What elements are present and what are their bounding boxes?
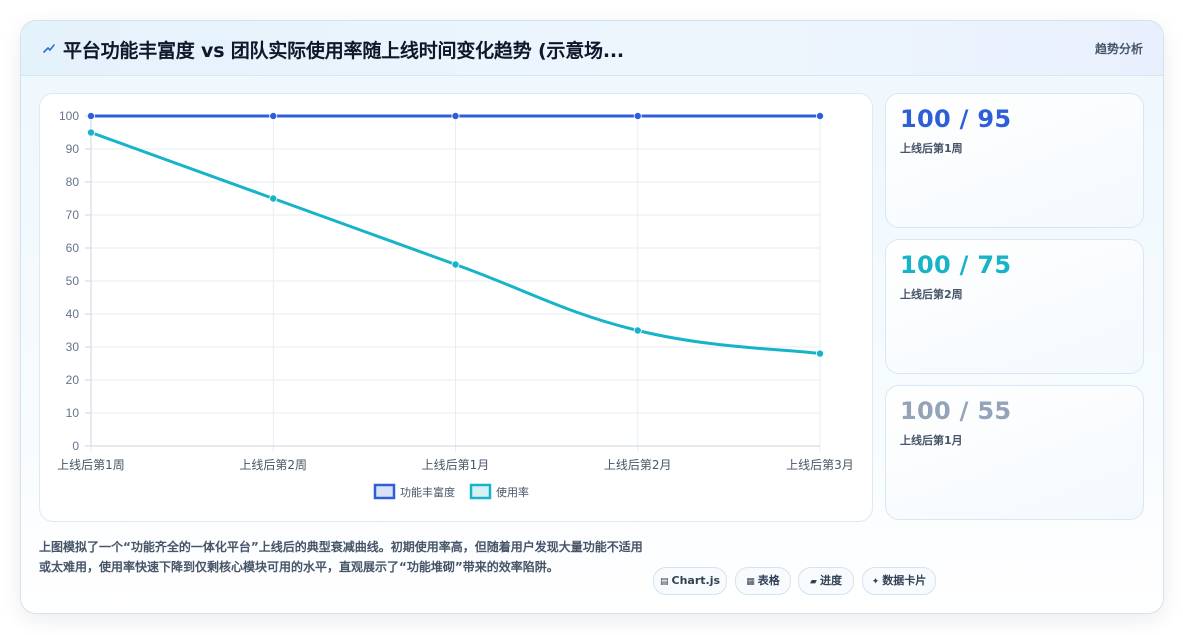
y-tick-label: 80: [66, 175, 80, 189]
data-point-2: [633, 326, 642, 335]
x-tick-label: 上线后第2周: [239, 458, 307, 472]
y-tick-label: 60: [66, 241, 80, 255]
stat-value: 100 / 75: [900, 251, 1012, 279]
tag-label: 进度: [819, 574, 842, 587]
table-icon: ▦: [746, 577, 755, 587]
stat-card-month1: 100 / 55 上线后第1月: [885, 385, 1144, 520]
y-tick-label: 30: [66, 340, 80, 354]
stat-value: 100 / 95: [900, 105, 1012, 133]
x-tick-label: 上线后第1周: [57, 458, 125, 472]
data-point-1: [633, 111, 642, 120]
stat-label: 上线后第1月: [900, 434, 963, 447]
x-tick-label: 上线后第2月: [604, 458, 672, 472]
data-point-2: [269, 194, 278, 203]
y-tick-label: 90: [66, 142, 80, 156]
stat-label: 上线后第2周: [900, 288, 963, 301]
line-chart: 0 10 20 30 40 50 60 70 80 90 100 上线后第1周 上线后第2周 上线后第1月…: [57, 109, 854, 500]
legend-label: 功能丰富度: [400, 485, 455, 499]
header-tag: 趋势分析: [1094, 42, 1143, 56]
y-tick-label: 70: [66, 208, 80, 222]
y-tick-label: 100: [59, 109, 79, 123]
page-title: 平台功能丰富度 vs 团队实际使用率随上线时间变化趋势 (示意场...: [63, 40, 624, 62]
chart-description: 上图模拟了一个“功能齐全的一体化平台”上线后的典型衰减曲线。初期使用率高，但随着…: [39, 540, 643, 574]
tag-chartjs[interactable]: ▤ Chart.js: [653, 567, 727, 595]
data-point-1: [87, 111, 96, 120]
data-point-1: [269, 111, 278, 120]
x-tick-label: 上线后第1月: [422, 458, 490, 472]
chart-card: 平台功能丰富度 vs 团队实际使用率随上线时间变化趋势 (示意场... 趋势分析…: [20, 20, 1164, 614]
legend-label: 使用率: [496, 485, 529, 499]
tag-progress[interactable]: ▰ 进度: [798, 567, 854, 595]
data-point-1: [816, 111, 825, 120]
chart-panel: 0 10 20 30 40 50 60 70 80 90 100 上线后第1周 上线后第2周 上线后第1月…: [39, 93, 873, 522]
data-point-1: [451, 111, 460, 120]
progress-icon: ▰: [810, 577, 817, 587]
y-tick-label: 0: [72, 439, 79, 453]
data-point-2: [87, 128, 96, 137]
tag-data-card[interactable]: ✦ 数据卡片: [862, 567, 936, 595]
tag-label: Chart.js: [671, 574, 721, 587]
stat-card-week2: 100 / 75 上线后第2周: [885, 239, 1144, 374]
legend-swatch: [373, 483, 396, 500]
tag-label: 数据卡片: [882, 574, 927, 587]
trend-line-icon: [43, 44, 55, 53]
y-tick-label: 10: [66, 406, 80, 420]
y-tick-label: 20: [66, 373, 80, 387]
stat-label: 上线后第1周: [900, 142, 963, 155]
y-tick-label: 40: [66, 307, 80, 321]
tag-table[interactable]: ▦ 表格: [735, 567, 791, 595]
tag-label: 表格: [757, 574, 780, 587]
stat-value: 100 / 55: [900, 397, 1012, 425]
legend-swatch: [469, 483, 492, 500]
data-point-2: [816, 349, 825, 358]
y-tick-label: 50: [66, 274, 80, 288]
x-tick-label: 上线后第3月: [786, 458, 854, 472]
sparkle-icon: ✦: [871, 577, 880, 587]
chart-icon: ▤: [659, 577, 669, 587]
stat-card-week1: 100 / 95 上线后第1周: [885, 93, 1144, 228]
data-point-2: [451, 260, 460, 269]
card-header: 平台功能丰富度 vs 团队实际使用率随上线时间变化趋势 (示意场... 趋势分析: [21, 21, 1163, 76]
